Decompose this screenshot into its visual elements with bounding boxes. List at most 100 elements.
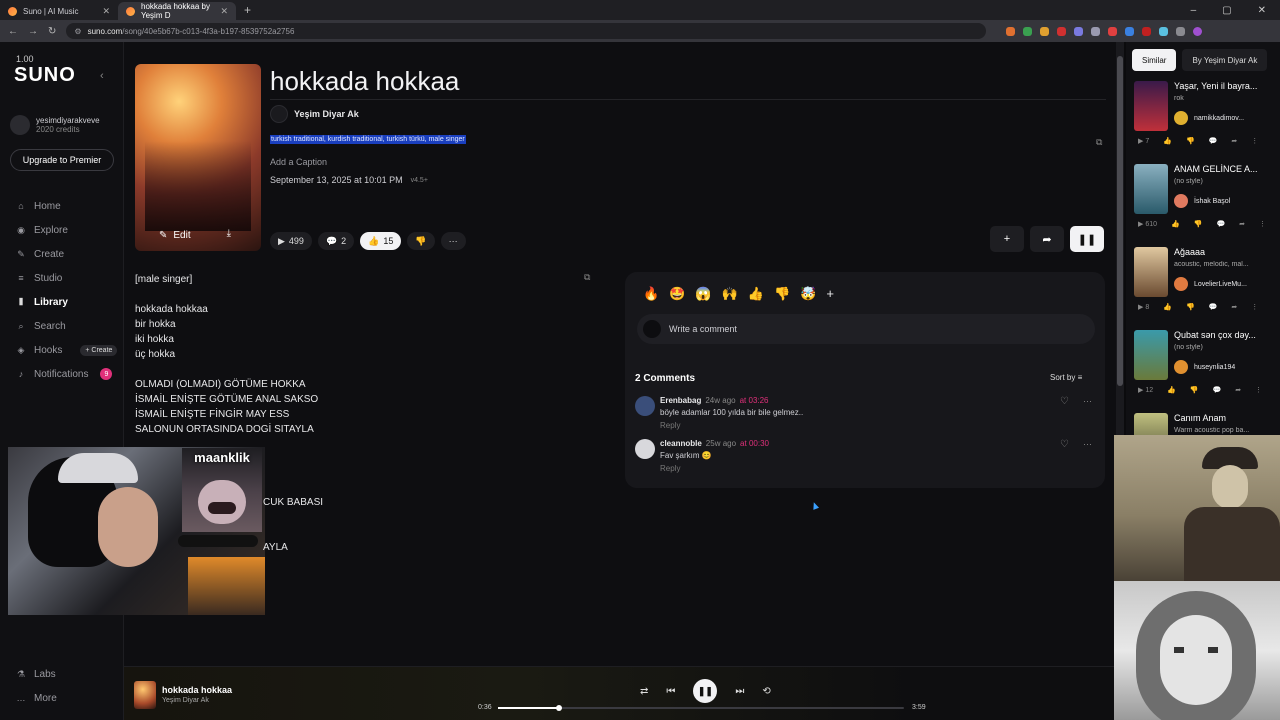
- repeat-icon[interactable]: ⟲: [762, 686, 770, 697]
- extension-icon[interactable]: [1057, 26, 1067, 36]
- progress-slider[interactable]: [498, 705, 904, 711]
- close-window-icon[interactable]: ✕: [1258, 5, 1266, 16]
- extension-icon[interactable]: [1006, 26, 1016, 36]
- more-icon[interactable]: ⋮: [1255, 386, 1262, 394]
- close-tab-icon[interactable]: ✕: [220, 6, 228, 17]
- song-tags[interactable]: turkish traditional, kurdish traditional…: [270, 135, 466, 144]
- reply-button[interactable]: Reply: [660, 464, 680, 473]
- comment-icon[interactable]: 💬: [1213, 386, 1222, 394]
- share-icon[interactable]: ➦: [1235, 386, 1241, 394]
- progress-knob[interactable]: [555, 705, 562, 711]
- close-tab-icon[interactable]: ✕: [102, 6, 110, 17]
- scrollbar-thumb[interactable]: [1117, 56, 1123, 386]
- heart-icon[interactable]: ♡: [1060, 396, 1069, 407]
- heart-icon[interactable]: ♡: [1060, 439, 1069, 450]
- browser-tab[interactable]: Suno | AI Music ✕: [0, 2, 118, 20]
- player-title[interactable]: hokkada hokkaa: [162, 685, 232, 695]
- sidebar-item-create[interactable]: ✎ Create: [16, 242, 117, 266]
- more-icon[interactable]: ···: [1083, 396, 1092, 406]
- copy-lyrics-icon[interactable]: ⧉: [584, 272, 590, 283]
- player-artist[interactable]: Yeşim Diyar Ak: [162, 697, 209, 704]
- share-icon[interactable]: ➦: [1231, 303, 1237, 311]
- comments-button[interactable]: 💬 2: [317, 232, 355, 250]
- shuffle-icon[interactable]: ⇄: [640, 686, 648, 697]
- play-count-button[interactable]: ▶ 499: [270, 232, 312, 250]
- extension-icon[interactable]: [1040, 26, 1050, 36]
- more-icon[interactable]: ···: [1083, 439, 1092, 449]
- comment-user[interactable]: cleannoble: [660, 439, 702, 448]
- thumbs-up-icon[interactable]: 👍: [1163, 303, 1172, 311]
- star-eyes-emoji-button[interactable]: 🤩: [669, 286, 685, 302]
- add-caption-link[interactable]: Add a Caption: [270, 157, 327, 167]
- reload-icon[interactable]: ↻: [48, 26, 56, 37]
- sidebar-item-home[interactable]: ⌂ Home: [16, 194, 117, 218]
- artist-link[interactable]: Yeşim Diyar Ak: [270, 105, 359, 123]
- sidebar-item-library[interactable]: ⫴ Library: [16, 290, 117, 314]
- suno-logo[interactable]: SUNO: [14, 64, 76, 87]
- user-profile[interactable]: yesimdiyarakveve 2020 credits: [10, 115, 100, 135]
- thumbs-up-icon[interactable]: 👍: [1163, 137, 1172, 145]
- comment-icon[interactable]: 💬: [1216, 220, 1225, 228]
- sort-by-button[interactable]: Sort by ≡: [1050, 373, 1082, 382]
- thumbs-down-icon[interactable]: 👎: [1186, 303, 1195, 311]
- forward-icon[interactable]: →: [28, 26, 38, 37]
- sidebar-item-labs[interactable]: ⚗ Labs: [16, 662, 57, 686]
- add-to-playlist-button[interactable]: +: [990, 226, 1024, 252]
- extension-icon[interactable]: [1023, 26, 1033, 36]
- song-thumbnail[interactable]: [1134, 164, 1168, 214]
- more-icon[interactable]: ⋮: [1251, 303, 1258, 311]
- more-icon[interactable]: ⋮: [1259, 220, 1266, 228]
- player-thumbnail[interactable]: [134, 681, 156, 709]
- site-info-icon[interactable]: ⚙: [74, 27, 81, 36]
- next-icon[interactable]: ⏭: [735, 686, 744, 697]
- more-options-button[interactable]: ···: [440, 232, 466, 250]
- previous-icon[interactable]: ⏮: [666, 686, 675, 697]
- edit-button[interactable]: ✎ Edit: [159, 230, 191, 241]
- sidebar-item-more[interactable]: … More: [16, 686, 57, 710]
- sidebar-item-explore[interactable]: ◉ Explore: [16, 218, 117, 242]
- pause-button[interactable]: ❚❚: [693, 679, 718, 703]
- song-thumbnail[interactable]: [1134, 247, 1168, 297]
- extension-icon[interactable]: [1091, 26, 1101, 36]
- profile-avatar[interactable]: [1193, 26, 1203, 36]
- thumbs-up-emoji-button[interactable]: 👍: [748, 286, 764, 302]
- raised-hands-emoji-button[interactable]: 🙌: [722, 286, 738, 302]
- song-cover-image[interactable]: ✎ Edit ⤓: [135, 64, 261, 251]
- tab-by-artist[interactable]: By Yeşim Diyar Ak: [1182, 49, 1268, 71]
- copy-icon[interactable]: ⧉: [1096, 137, 1102, 148]
- avatar[interactable]: [635, 439, 655, 459]
- comment-input[interactable]: Write a comment: [637, 314, 1095, 344]
- browser-tab-active[interactable]: hokkada hokkaa by Yeşim D ✕: [118, 2, 236, 20]
- maximize-icon[interactable]: ▢: [1222, 5, 1231, 16]
- new-tab-button[interactable]: +: [244, 3, 251, 17]
- comment-timestamp[interactable]: at 00:30: [740, 439, 769, 448]
- sidebar-item-notifications[interactable]: ♪ Notifications 9: [16, 362, 117, 386]
- comment-icon[interactable]: 💬: [1209, 303, 1218, 311]
- upgrade-button[interactable]: Upgrade to Premier: [10, 149, 114, 171]
- collapse-sidebar-icon[interactable]: ‹: [100, 70, 104, 82]
- extensions-menu-icon[interactable]: [1176, 26, 1186, 36]
- thumbs-down-emoji-button[interactable]: 👎: [774, 286, 790, 302]
- extension-icon[interactable]: [1125, 26, 1135, 36]
- sidebar-item-search[interactable]: ⌕ Search: [16, 314, 117, 338]
- comment-icon[interactable]: 💬: [1209, 137, 1218, 145]
- share-icon[interactable]: ➦: [1239, 220, 1245, 228]
- sidebar-item-hooks[interactable]: ◈ Hooks + Create: [16, 338, 118, 362]
- add-reaction-icon[interactable]: +: [826, 286, 834, 302]
- mind-blown-emoji-button[interactable]: 🤯: [800, 286, 816, 302]
- hooks-create-button[interactable]: + Create: [80, 344, 118, 356]
- minimize-icon[interactable]: –: [1191, 5, 1197, 16]
- back-icon[interactable]: ←: [8, 26, 18, 37]
- thumbs-down-icon[interactable]: 👎: [1186, 137, 1195, 145]
- extension-icon[interactable]: [1074, 26, 1084, 36]
- share-icon[interactable]: ➦: [1231, 137, 1237, 145]
- thumbs-up-icon[interactable]: 👍: [1171, 220, 1180, 228]
- thumbs-down-icon[interactable]: 👎: [1190, 386, 1199, 394]
- sidebar-item-studio[interactable]: ≡ Studio: [16, 266, 117, 290]
- scream-emoji-button[interactable]: 😱: [695, 286, 711, 302]
- url-field[interactable]: ⚙ suno.com/song/40e5b67b-c013-4f3a-b197-…: [66, 23, 987, 39]
- tab-similar[interactable]: Similar: [1132, 49, 1177, 71]
- thumbs-up-icon[interactable]: 👍: [1167, 386, 1176, 394]
- fire-emoji-button[interactable]: 🔥: [643, 286, 659, 302]
- song-thumbnail[interactable]: [1134, 81, 1168, 131]
